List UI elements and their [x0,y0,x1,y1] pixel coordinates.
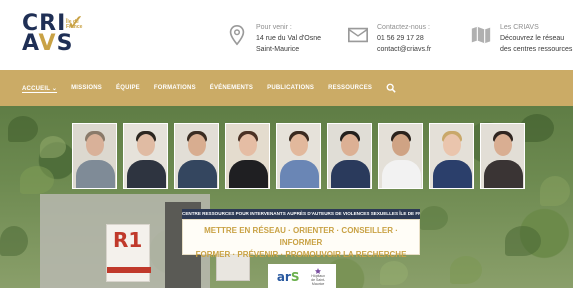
nav-item-missions[interactable]: MISSIONS [71,85,102,91]
ars-logo[interactable]: arS [277,270,300,284]
ivy-leaf [520,114,554,142]
ivy-leaf [540,176,570,206]
ivy-leaf [8,116,38,142]
contact-phone[interactable]: 01 56 29 17 28 [377,33,431,44]
nav-item-evenements[interactable]: ÉVÉNEMENTS [210,85,253,91]
map-icon [471,26,491,44]
contact-label: Contactez-nous : [377,24,430,31]
contact-email[interactable]: contact@criavs.fr [377,44,431,55]
hero-banner: R1 CENTRE RESSOURCES POUR INTERVENANTS A… [0,106,573,288]
ivy-leaf [420,206,448,230]
missions-banner: CENTRE RESSOURCES POUR INTERVENANTS AUPR… [182,209,420,259]
ivy-leaf [0,226,28,256]
team-photo[interactable] [72,123,117,189]
nav-item-formations[interactable]: FORMATIONS [154,85,196,91]
criavs-logo[interactable]: CRI✓ AVS Île de France [22,13,85,62]
envelope-icon [348,27,368,43]
banner-line-2: FORMER · PRÉVENIR · PROMOUVOIR LA RECHER… [195,250,407,259]
logo-line-2: AVS [22,31,74,56]
ivy-leaf [380,261,408,285]
criavs-network-info[interactable]: Les CRIAVS Découvrez le réseau des centr… [470,22,572,55]
visit-info[interactable]: Pour venir : 14 rue du Val d'Osne Saint-… [226,22,321,55]
team-photo[interactable] [327,123,372,189]
contact-info[interactable]: Contactez-nous : 01 56 29 17 28 contact@… [347,22,431,55]
location-pin-icon [229,25,245,46]
visit-address: 14 rue du Val d'Osne [256,35,322,42]
team-photo[interactable] [123,123,168,189]
team-photos [72,123,525,189]
logo-region: Île de France [66,19,83,30]
ivy-leaf [40,136,66,158]
hopitaux-saint-maurice-logo[interactable]: Hôpitaux de Saint-Maurice [309,268,327,286]
ivy-leaf [450,256,482,284]
banner-line-1: METTRE EN RÉSEAU · ORIENTER · CONSEILLER… [204,226,398,247]
team-photo[interactable] [378,123,423,189]
nav-item-publications[interactable]: PUBLICATIONS [267,85,314,91]
team-photo[interactable] [480,123,525,189]
criavs-label: Les CRIAVS [500,24,539,31]
team-photo[interactable] [276,123,321,189]
team-photo[interactable] [174,123,219,189]
team-photo[interactable] [225,123,270,189]
search-icon[interactable] [386,83,396,93]
ivy-leaf [505,226,541,256]
banner-title: CENTRE RESSOURCES POUR INTERVENANTS AUPR… [182,209,420,219]
partner-logos: arS Hôpitaux de Saint-Maurice [268,264,336,288]
ivy-leaf [20,166,54,194]
main-nav: ACCUEIL ⌄ MISSIONS ÉQUIPE FORMATIONS ÉVÉ… [0,70,573,106]
visit-city: Saint-Maurice [256,46,300,53]
nav-item-ressources[interactable]: RESSOURCES [328,85,372,91]
criavs-line2: des centres ressources [500,46,573,53]
team-photo[interactable] [429,123,474,189]
banner-missions: METTRE EN RÉSEAU · ORIENTER · CONSEILLER… [182,219,420,259]
nav-item-equipe[interactable]: ÉQUIPE [116,85,140,91]
visit-label: Pour venir : [256,24,292,31]
nav-item-accueil[interactable]: ACCUEIL ⌄ [22,85,57,92]
r1-sign: R1 [106,224,151,282]
site-header: CRI✓ AVS Île de France Pour venir : 14 r… [0,0,573,70]
criavs-line1: Découvrez le réseau [500,35,565,42]
